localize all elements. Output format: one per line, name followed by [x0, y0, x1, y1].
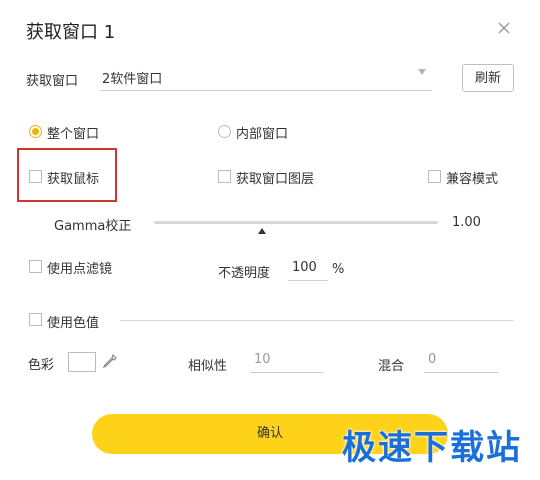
capture-window-label: 获取窗口 — [26, 74, 79, 89]
chevron-down-icon — [416, 66, 430, 80]
window-select[interactable]: 2软件窗口 — [100, 64, 432, 91]
color-value-checkbox[interactable] — [29, 313, 42, 326]
similarity-value: 10 — [254, 352, 271, 367]
gamma-value: 1.00 — [452, 215, 481, 230]
color-label: 色彩 — [28, 358, 55, 373]
whole-window-radio[interactable] — [29, 125, 42, 138]
gamma-slider-track[interactable] — [154, 221, 438, 224]
capture-layers-checkbox[interactable] — [218, 170, 231, 183]
point-filter-label: 使用点滤镜 — [47, 262, 113, 277]
capture-layers-label: 获取窗口图层 — [236, 172, 315, 187]
opacity-unit: % — [332, 262, 345, 277]
blend-label: 混合 — [378, 359, 405, 374]
section-divider — [120, 320, 514, 321]
inner-window-label: 内部窗口 — [236, 127, 289, 142]
opacity-label: 不透明度 — [218, 266, 271, 281]
inner-window-radio[interactable] — [218, 125, 231, 138]
window-select-value: 2软件窗口 — [102, 72, 163, 87]
point-filter-checkbox[interactable] — [29, 260, 42, 273]
whole-window-label: 整个窗口 — [47, 127, 100, 142]
gamma-label: Gamma校正 — [54, 219, 132, 234]
refresh-button[interactable]: 刷新 — [462, 64, 514, 92]
site-watermark: 极速下载站 — [342, 428, 522, 468]
blend-value: 0 — [428, 352, 437, 367]
eyedropper-icon[interactable] — [102, 353, 118, 369]
capture-mouse-label: 获取鼠标 — [47, 172, 100, 187]
color-swatch[interactable] — [68, 352, 96, 372]
opacity-value: 100 — [292, 260, 317, 275]
capture-mouse-checkbox[interactable] — [29, 170, 42, 183]
dialog-title: 获取窗口 1 — [26, 22, 116, 43]
opacity-input[interactable]: 100 — [288, 258, 328, 281]
similarity-input[interactable]: 10 — [250, 350, 324, 373]
similarity-label: 相似性 — [188, 359, 228, 374]
compat-mode-label: 兼容模式 — [446, 172, 499, 187]
blend-input[interactable]: 0 — [424, 350, 498, 373]
compat-mode-checkbox[interactable] — [428, 170, 441, 183]
gamma-slider-thumb[interactable] — [257, 228, 266, 234]
color-value-label: 使用色值 — [47, 316, 100, 331]
close-icon[interactable] — [494, 20, 514, 40]
